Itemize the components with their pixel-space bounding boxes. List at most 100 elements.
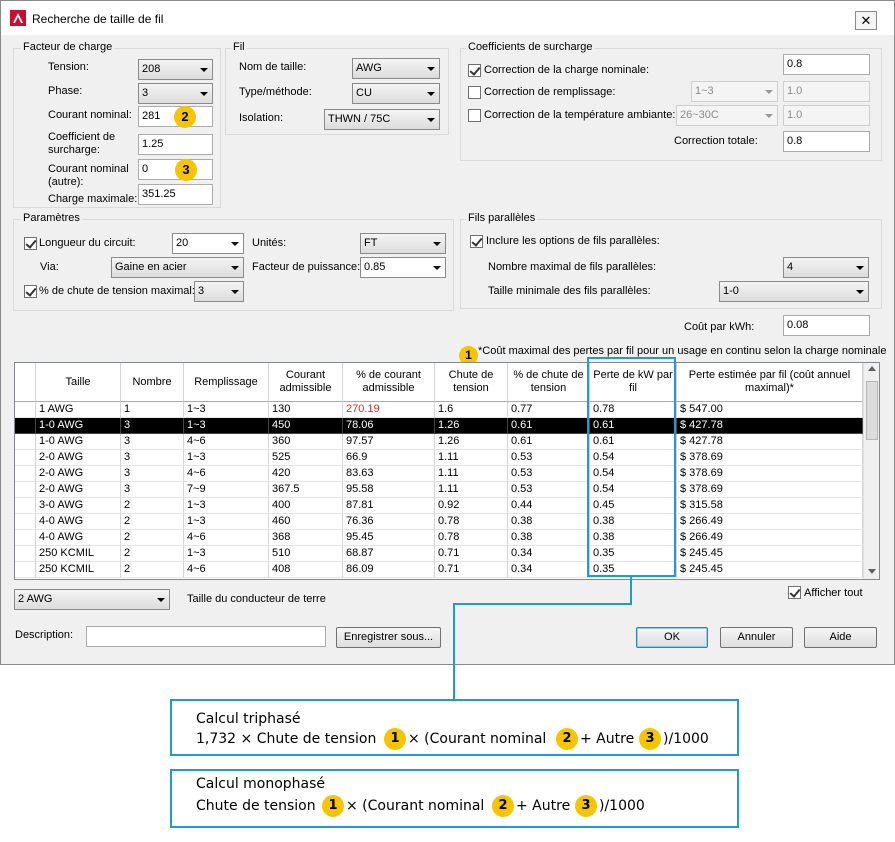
table-row[interactable]: 4-0 AWG 2 4~6 368 95.45 0.78 0.38 0.38 $ 266.49 xyxy=(15,530,863,546)
table-scrollbar[interactable] xyxy=(863,363,879,579)
table-cell: 130 xyxy=(269,402,343,418)
phase-select[interactable]: 3 xyxy=(138,83,213,104)
row-header[interactable] xyxy=(15,450,36,466)
temp-correction-checkbox[interactable] xyxy=(468,109,481,122)
other-current-label-2: (autre): xyxy=(48,176,84,188)
table-cell: 420 xyxy=(269,466,343,482)
table-row[interactable]: 1-0 AWG 3 1~3 450 78.06 1.26 0.61 0.61 $ 427.78 xyxy=(15,418,863,434)
chevron-down-icon xyxy=(200,68,208,72)
table-header[interactable]: Nombre xyxy=(121,363,184,402)
length-checkbox[interactable] xyxy=(24,237,37,250)
table-row[interactable]: 3-0 AWG 2 1~3 400 87.81 0.92 0.44 0.45 $ 315.58 xyxy=(15,498,863,514)
table-cell: 3 xyxy=(121,450,184,466)
row-header[interactable] xyxy=(15,482,36,498)
table-row[interactable]: 250 KCMIL 2 4~6 408 86.09 0.71 0.34 0.35 $ 245.4… xyxy=(15,562,863,578)
overload-field[interactable]: 1.25 xyxy=(138,134,213,155)
table-row[interactable]: 2-0 AWG 3 1~3 525 66.9 1.11 0.53 0.54 $ 378.69 xyxy=(15,450,863,466)
window-title: Recherche de taille de fil xyxy=(32,12,164,26)
max-load-field: 351.25 xyxy=(138,184,213,205)
table-cell: 0.61 xyxy=(508,434,590,450)
row-header[interactable] xyxy=(15,546,36,562)
table-row[interactable]: 2-0 AWG 3 7~9 367.5 95.58 1.11 0.53 0.54 $ 378.6… xyxy=(15,482,863,498)
table-cell: 0.71 xyxy=(435,546,508,562)
chevron-down-icon xyxy=(200,92,208,96)
table-row[interactable]: 1 AWG 1 1~3 130 270.19 1.6 0.77 0.78 $ 547.00 xyxy=(15,402,863,418)
save-as-button[interactable]: Enregistrer sous... xyxy=(336,627,441,648)
single-phase-f4: )/1000 xyxy=(599,798,645,814)
autocad-logo-icon xyxy=(10,10,26,26)
table-cell: $ 378.69 xyxy=(677,450,863,466)
table-header[interactable]: Perte estimée par fil (coût annuel maxim… xyxy=(677,363,863,402)
fill-correction-checkbox[interactable] xyxy=(468,86,481,99)
table-header[interactable]: Courant admissible xyxy=(269,363,343,402)
close-button[interactable]: ✕ xyxy=(855,11,877,30)
help-button[interactable]: Aide xyxy=(804,627,877,648)
length-select[interactable]: 20 xyxy=(172,233,244,254)
table-header[interactable]: % de courant admissible xyxy=(343,363,435,402)
table-row[interactable]: 250 KCMIL 2 1~3 510 68.87 0.71 0.34 0.35 $ 245.4… xyxy=(15,546,863,562)
table-cell: $ 266.49 xyxy=(677,514,863,530)
params-title: Paramètres xyxy=(21,212,82,224)
scroll-up-icon[interactable] xyxy=(868,366,876,371)
units-label: Unités: xyxy=(252,237,287,249)
table-header[interactable]: Chute de tension xyxy=(435,363,508,402)
row-header[interactable] xyxy=(15,466,36,482)
table-cell: 2 xyxy=(121,514,184,530)
temp-correction-select[interactable]: 26~30C xyxy=(676,105,778,126)
badge-2: 2 xyxy=(556,728,578,750)
scroll-down-icon[interactable] xyxy=(868,569,876,574)
table-cell: 1.11 xyxy=(435,482,508,498)
insulation-select[interactable]: THWN / 75C xyxy=(324,109,440,130)
pf-select[interactable]: 0.85 xyxy=(360,257,446,278)
fill-correction-field[interactable]: 1.0 xyxy=(783,81,870,102)
scrollbar-thumb[interactable] xyxy=(866,381,878,440)
size-name-select[interactable]: AWG xyxy=(352,58,440,79)
cancel-button[interactable]: Annuler xyxy=(720,627,793,648)
row-header[interactable] xyxy=(15,402,36,418)
row-header[interactable] xyxy=(15,418,36,434)
units-select[interactable]: FT xyxy=(360,233,446,254)
table-cell: 4~6 xyxy=(184,562,269,578)
row-header[interactable] xyxy=(15,530,36,546)
table-cell: 0.34 xyxy=(508,546,590,562)
nominal-correction-checkbox[interactable] xyxy=(468,64,481,77)
row-header[interactable] xyxy=(15,434,36,450)
row-header[interactable] xyxy=(15,498,36,514)
type-select[interactable]: CU xyxy=(352,83,440,104)
max-parallel-select[interactable]: 4 xyxy=(783,257,869,278)
ground-size-select[interactable]: 2 AWG xyxy=(14,589,170,610)
kw-loss-column-highlight xyxy=(587,357,676,577)
table-header[interactable]: Remplissage xyxy=(184,363,269,402)
table-cell: $ 427.78 xyxy=(677,434,863,450)
row-header[interactable] xyxy=(15,514,36,530)
fill-correction-select[interactable]: 1~3 xyxy=(691,81,778,102)
chevron-down-icon xyxy=(427,67,435,71)
connector-line xyxy=(630,577,632,604)
ok-button[interactable]: OK xyxy=(636,627,708,648)
via-select[interactable]: Gaine en acier xyxy=(111,257,244,278)
table-cell: 1~3 xyxy=(184,450,269,466)
include-parallel-checkbox[interactable] xyxy=(470,235,483,248)
table-header[interactable]: % de chute de tension xyxy=(508,363,590,402)
table-row[interactable]: 1-0 AWG 3 4~6 360 97.57 1.26 0.61 0.61 $ 427.78 xyxy=(15,434,863,450)
single-phase-callout: Calcul monophasé Chute de tension 1 × (C… xyxy=(170,769,739,828)
table-row[interactable]: 4-0 AWG 2 1~3 460 76.36 0.78 0.38 0.38 $ 266.49 xyxy=(15,514,863,530)
description-label: Description: xyxy=(15,629,74,641)
table-cell: 95.45 xyxy=(343,530,435,546)
table-cell: 2 xyxy=(121,530,184,546)
cost-field[interactable]: 0.08 xyxy=(783,315,870,336)
table-row[interactable]: 2-0 AWG 3 4~6 420 83.63 1.11 0.53 0.54 $ 378.69 xyxy=(15,466,863,482)
temp-correction-field[interactable]: 1.0 xyxy=(783,105,870,126)
show-all-checkbox[interactable] xyxy=(788,586,801,599)
table-header[interactable]: Taille xyxy=(36,363,121,402)
min-parallel-size-select[interactable]: 1-0 xyxy=(719,281,869,302)
row-header[interactable] xyxy=(15,562,36,578)
vdrop-select[interactable]: 3 xyxy=(194,281,244,302)
voltage-select[interactable]: 208 xyxy=(138,59,213,80)
fill-correction-label: Correction de remplissage: xyxy=(484,86,616,98)
badge-2: 2 xyxy=(492,795,514,817)
vdrop-checkbox[interactable] xyxy=(24,285,37,298)
description-field[interactable] xyxy=(86,626,326,647)
badge-2: 2 xyxy=(174,106,196,128)
nominal-correction-field[interactable]: 0.8 xyxy=(783,54,870,75)
